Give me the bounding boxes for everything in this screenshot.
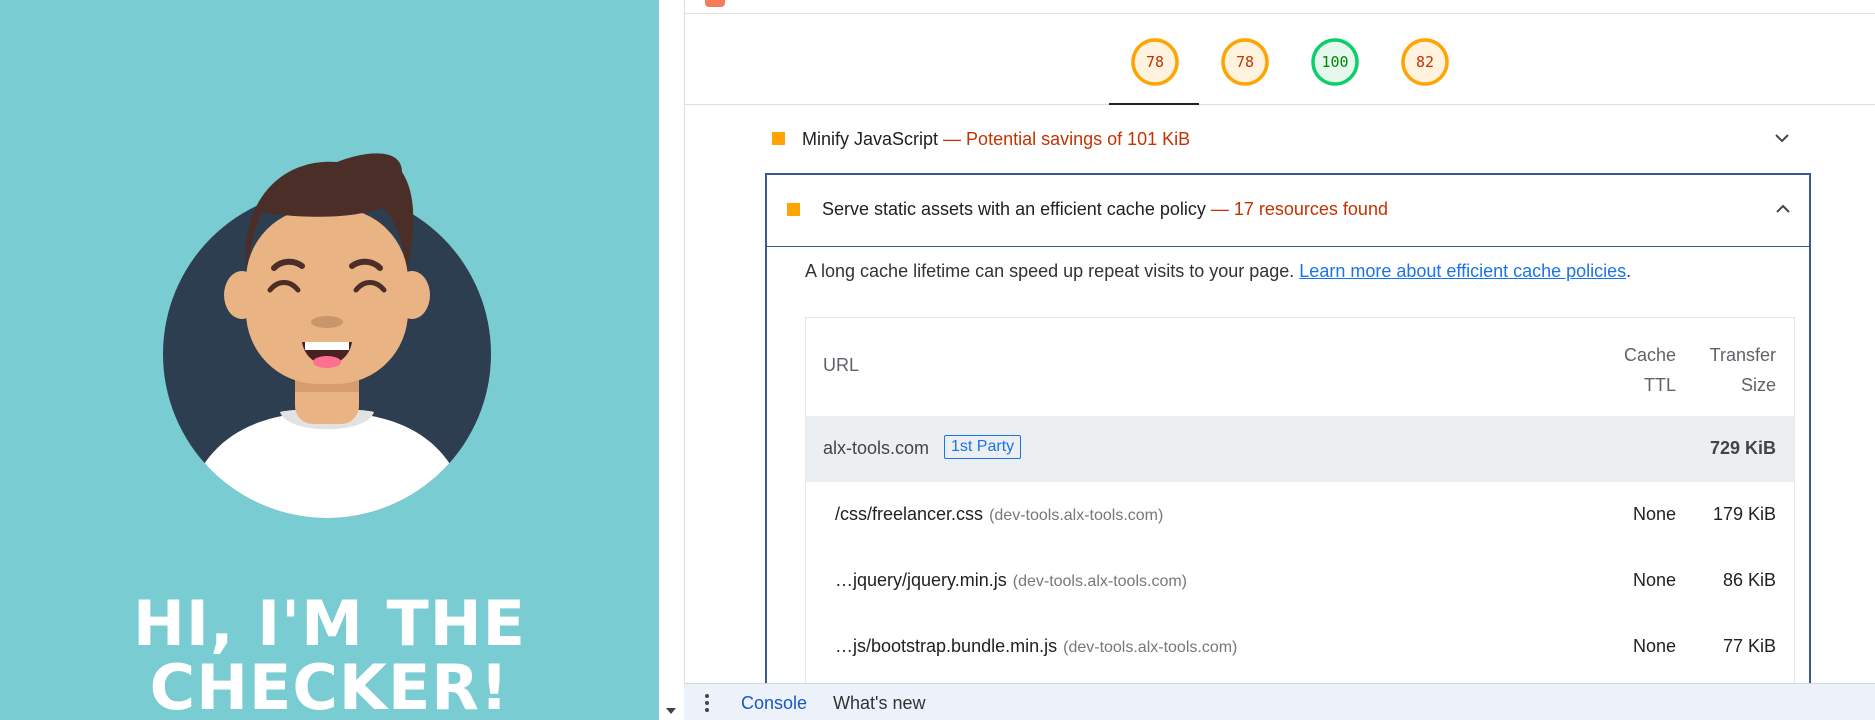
gauge-best-practices[interactable]: 100 (1310, 37, 1360, 87)
resource-url[interactable]: /css/freelancer.css (835, 504, 983, 524)
audit-header[interactable]: Serve static assets with an efficient ca… (767, 175, 1809, 247)
column-transfer-size: Transfer Size (1709, 345, 1776, 395)
gauge-score: 78 (1145, 53, 1165, 71)
first-party-badge[interactable]: 1st Party (944, 435, 1022, 459)
devtools-drawer-bar: Console What's new (684, 683, 1875, 720)
active-gauge-indicator (1109, 103, 1199, 105)
scroll-down-arrow-icon[interactable] (666, 708, 676, 714)
resource-url[interactable]: …jquery/jquery.min.js (835, 570, 1007, 590)
audit-title: Serve static assets with an efficient ca… (822, 199, 1388, 219)
audit-cache-policy: Serve static assets with an efficient ca… (765, 173, 1811, 720)
tab-whats-new[interactable]: What's new (833, 693, 925, 714)
website-viewport: HI, I'M THE CHECKER! (0, 0, 659, 720)
cache-ttl: None (1632, 636, 1676, 656)
learn-more-link[interactable]: Learn more about efficient cache policie… (1299, 261, 1626, 281)
avatar-illustration (162, 150, 492, 525)
table-row: …jquery/jquery.min.js (dev-tools.alx-tool… (806, 548, 1794, 614)
audit-minify-javascript[interactable]: Minify JavaScript — Potential savings of… (765, 106, 1810, 172)
entity-total: 729 KiB (1709, 438, 1776, 458)
resources-table: URL Cache TTL Transfer Size alx-tools.com … (805, 317, 1795, 720)
average-score-icon (772, 132, 785, 145)
gauge-accessibility[interactable]: 78 (1220, 37, 1270, 87)
gauge-score: 78 (1235, 53, 1255, 71)
column-url: URL (823, 355, 860, 375)
entity-name: alx-tools.com (823, 438, 930, 458)
resource-url[interactable]: …js/bootstrap.bundle.min.js (835, 636, 1057, 656)
column-cache-ttl: Cache TTL (1623, 345, 1676, 395)
audit-description: A long cache lifetime can speed up repea… (805, 261, 1632, 281)
transfer-size: 86 KiB (1722, 570, 1776, 590)
lighthouse-topbar (685, 0, 1875, 14)
score-gauges: 78 78 100 82 (685, 14, 1875, 105)
cache-ttl: None (1632, 504, 1676, 524)
chevron-down-icon[interactable] (1774, 132, 1790, 144)
hero-title-line2: CHECKER! (149, 651, 510, 720)
resource-host: (dev-tools.alx-tools.com) (1012, 573, 1188, 590)
entity-group-row: alx-tools.com 1st Party 729 KiB (806, 416, 1794, 482)
average-score-icon (787, 203, 800, 216)
gauge-performance[interactable]: 78 (1130, 37, 1180, 87)
resource-host: (dev-tools.alx-tools.com) (989, 507, 1164, 524)
hero-title: HI, I'M THE CHECKER! (0, 592, 659, 720)
cache-ttl: None (1632, 570, 1676, 590)
resource-host: (dev-tools.alx-tools.com) (1063, 639, 1238, 656)
audit-savings: — Potential savings of 101 KiB (938, 129, 1191, 149)
table-row: …js/bootstrap.bundle.min.js (dev-tools.al… (806, 614, 1794, 680)
devtools-panel: 78 78 100 82 Minify JavaScript — Potenti… (684, 0, 1875, 720)
hero-title-line1: HI, I'M THE (133, 587, 526, 660)
page-scrollbar[interactable] (659, 0, 684, 720)
gauge-score: 82 (1415, 53, 1435, 71)
audit-savings: — 17 resources found (1205, 199, 1388, 219)
table-row: /css/freelancer.css (dev-tools.alx-tools.… (806, 482, 1794, 548)
tab-console[interactable]: Console (741, 693, 807, 714)
table-header: URL Cache TTL Transfer Size (806, 318, 1794, 416)
transfer-size: 77 KiB (1722, 636, 1776, 656)
more-options-icon[interactable] (705, 694, 709, 712)
lighthouse-logo-icon (705, 0, 725, 7)
chevron-up-icon[interactable] (1775, 203, 1791, 215)
gauge-score: 100 (1321, 53, 1349, 71)
transfer-size: 179 KiB (1712, 504, 1776, 524)
gauge-seo[interactable]: 82 (1400, 37, 1450, 87)
audit-title: Minify JavaScript — Potential savings of… (802, 129, 1191, 149)
